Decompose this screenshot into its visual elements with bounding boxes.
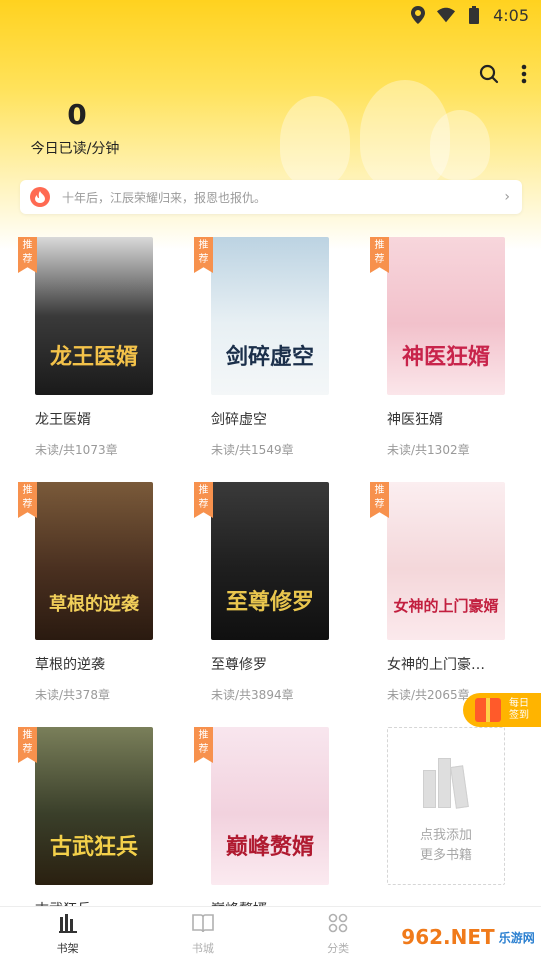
book-cover[interactable]: 巅峰赘婿 [211, 727, 329, 885]
recommend-tag: 推荐 [194, 237, 213, 273]
book-title: 女神的上门豪… [387, 657, 485, 673]
recommend-tag: 推荐 [194, 727, 213, 763]
book-progress: 未读/共3894章 [211, 688, 294, 702]
book-title: 龙王医婿 [35, 412, 91, 428]
cover-title: 女神的上门豪婿 [393, 597, 499, 615]
daily-signin-button[interactable]: 每日 签到 [463, 693, 541, 727]
recommend-tag: 推荐 [194, 482, 213, 518]
book-card[interactable]: 神医狂婿 推荐 神医狂婿 未读/共1302章 [370, 237, 527, 458]
book-progress: 未读/共1073章 [35, 443, 118, 457]
watermark-sub: 乐游网 [498, 930, 535, 945]
tab-bookshelf[interactable]: 书架 [0, 907, 135, 962]
book-card[interactable]: 剑碎虚空 推荐 剑碎虚空 未读/共1549章 [194, 237, 351, 458]
notice-text: 十年后，江辰荣耀归来，报恩也报仇。 [62, 190, 267, 205]
book-cover[interactable]: 至尊修罗 [211, 482, 329, 640]
reading-stats[interactable]: 0 今日已读/分钟 [31, 98, 120, 158]
battery-icon [465, 6, 483, 24]
book-progress: 未读/共1549章 [211, 443, 294, 457]
book-cover[interactable]: 草根的逆袭 [35, 482, 153, 640]
chevron-right-icon: › [504, 189, 510, 205]
tab-label: 分类 [327, 942, 350, 955]
cover-title: 至尊修罗 [225, 589, 314, 615]
signin-line2: 签到 [509, 710, 529, 721]
bookshelf-icon [58, 913, 78, 937]
signin-label: 每日 签到 [509, 698, 529, 722]
tab-label: 书城 [191, 942, 214, 955]
book-card[interactable]: 女神的上门豪婿 推荐 女神的上门豪… 未读/共2065章 [370, 482, 527, 703]
recommend-tag: 推荐 [18, 482, 37, 518]
book-title: 剑碎虚空 [211, 412, 267, 428]
recommend-tag: 推荐 [18, 727, 37, 763]
book-card[interactable]: 草根的逆袭 推荐 草根的逆袭 未读/共378章 [18, 482, 175, 703]
cover-title: 神医狂婿 [401, 344, 490, 370]
site-watermark: 962.NET 乐游网 [399, 914, 537, 960]
add-books-button[interactable]: 点我添加 更多书籍 [387, 727, 505, 885]
book-progress: 未读/共378章 [35, 688, 110, 702]
reading-minutes: 0 [67, 98, 87, 131]
wifi-icon [437, 6, 456, 24]
recommend-tag: 推荐 [370, 482, 389, 518]
location-icon [409, 6, 427, 24]
book-card[interactable]: 龙王医婿 推荐 龙王医婿 未读/共1073章 [18, 237, 175, 458]
book-title: 至尊修罗 [211, 657, 267, 673]
status-time: 4:05 [493, 5, 529, 25]
tab-label: 书架 [56, 942, 79, 955]
cover-title: 巅峰赘婿 [225, 834, 314, 860]
fire-icon [30, 187, 50, 207]
grid-icon [328, 913, 348, 937]
cover-title: 古武狂兵 [49, 834, 138, 860]
more-vert-icon[interactable] [521, 64, 527, 88]
add-books-line1: 点我添加 [419, 828, 472, 843]
gift-icon [475, 698, 501, 722]
book-cover[interactable]: 剑碎虚空 [211, 237, 329, 395]
book-cover[interactable]: 女神的上门豪婿 [387, 482, 505, 640]
add-books-line2: 更多书籍 [419, 848, 472, 863]
book-card[interactable]: 古武狂兵 推荐 古武狂兵 [18, 727, 175, 919]
books-icon [421, 758, 471, 809]
cover-title: 草根的逆袭 [49, 594, 139, 615]
book-title: 神医狂婿 [387, 412, 443, 428]
tab-category[interactable]: 分类 [271, 907, 406, 962]
book-card[interactable]: 至尊修罗 推荐 至尊修罗 未读/共3894章 [194, 482, 351, 703]
signin-line1: 每日 [509, 698, 529, 709]
tab-bookstore[interactable]: 书城 [135, 907, 270, 962]
recommend-tag: 推荐 [370, 237, 389, 273]
reading-label: 今日已读/分钟 [30, 141, 120, 157]
book-cover[interactable]: 古武狂兵 [35, 727, 153, 885]
book-open-icon [192, 913, 214, 937]
book-title: 草根的逆袭 [35, 657, 105, 673]
cover-title: 剑碎虚空 [225, 344, 314, 370]
book-card[interactable]: 巅峰赘婿 推荐 巅峰赘婿 [194, 727, 351, 919]
add-books-text: 点我添加 更多书籍 [388, 826, 504, 866]
book-progress: 未读/共1302章 [387, 443, 470, 457]
status-bar: 4:05 [0, 0, 541, 30]
recommend-tag: 推荐 [18, 237, 37, 273]
book-cover[interactable]: 神医狂婿 [387, 237, 505, 395]
book-cover[interactable]: 龙王医婿 [35, 237, 153, 395]
recommend-notice-bar[interactable]: 十年后，江辰荣耀归来，报恩也报仇。 › [20, 180, 522, 214]
cover-title: 龙王医婿 [49, 344, 138, 370]
watermark-text: 962.NET [401, 925, 495, 949]
search-icon[interactable] [479, 64, 499, 88]
